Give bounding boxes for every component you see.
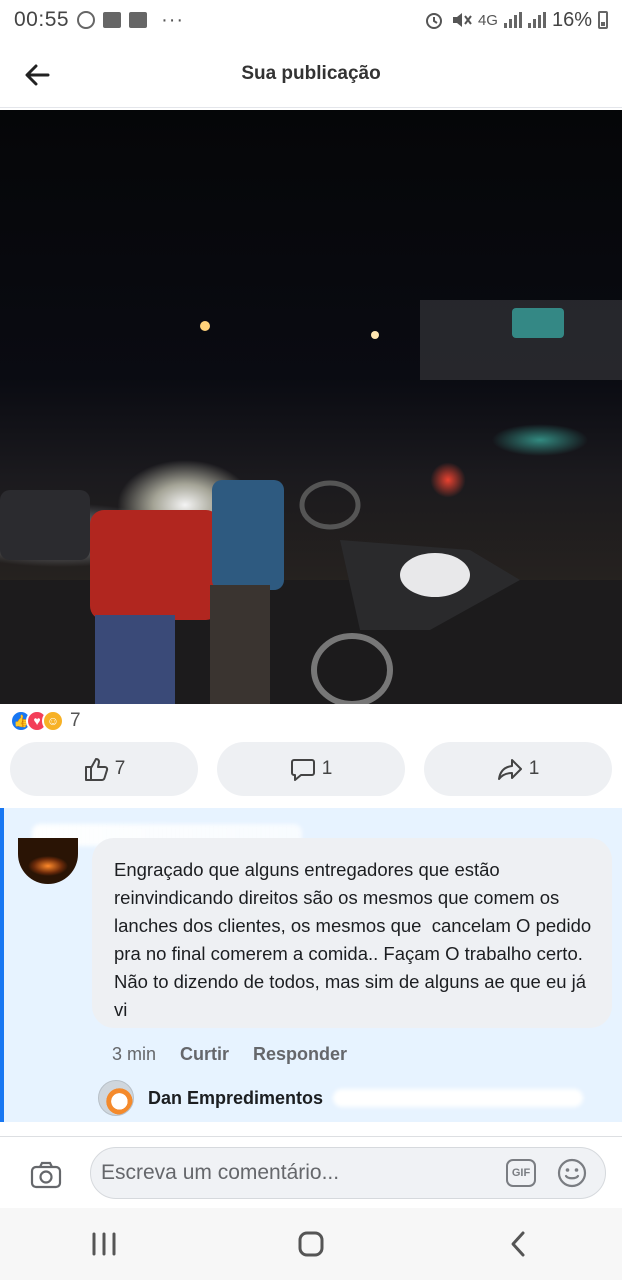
reply-preview[interactable]: Dan Empredimentos — [98, 1078, 584, 1118]
comment-bubble[interactable]: Engraçado que alguns entregadores que es… — [92, 838, 612, 1028]
comment-count: 1 — [321, 758, 333, 779]
comments-section: Engraçado que alguns entregadores que es… — [0, 808, 622, 1122]
signal-icon — [503, 12, 522, 28]
comment-time: 3 min — [112, 1044, 157, 1064]
facebook-icon — [77, 11, 96, 29]
camera-button[interactable] — [28, 1157, 64, 1193]
alarm-icon — [425, 13, 442, 29]
post-actions: 7 1 1 — [10, 742, 612, 796]
comment-reply-link[interactable]: Responder — [253, 1044, 347, 1065]
home-icon — [298, 1231, 324, 1257]
reactions-summary[interactable]: 👍 ♥ ☺ 7 — [10, 708, 81, 734]
battery-icon — [598, 11, 608, 29]
emoji-icon — [557, 1158, 587, 1188]
reaction-count: 7 — [70, 710, 81, 731]
arrow-left-icon — [25, 64, 50, 86]
comment-meta: 3 min Curtir Responder — [112, 1044, 347, 1065]
camera-icon — [30, 1161, 62, 1189]
photo-scene — [0, 300, 622, 704]
network-type: 4G — [477, 11, 498, 29]
system-nav-bar — [0, 1208, 622, 1280]
comment-icon — [290, 759, 315, 781]
share-button[interactable]: 1 — [424, 742, 612, 796]
gif-button[interactable]: GIF — [506, 1159, 536, 1187]
voicemail-icon — [129, 12, 148, 28]
page-title: Sua publicação — [241, 62, 381, 84]
comment-composer: GIF — [0, 1136, 622, 1208]
image-icon — [103, 12, 122, 28]
share-icon — [497, 759, 522, 780]
signal-icon-2 — [527, 12, 546, 28]
commenter-avatar[interactable] — [18, 838, 78, 884]
comment-like-link[interactable]: Curtir — [180, 1044, 229, 1065]
home-button[interactable] — [271, 1214, 351, 1274]
recent-apps-icon — [92, 1232, 116, 1256]
emoji-button[interactable] — [556, 1157, 588, 1189]
redacted-reply-text — [333, 1089, 584, 1107]
thumbs-up-icon — [84, 758, 108, 781]
share-count: 1 — [528, 758, 540, 779]
care-icon: ☺ — [42, 710, 64, 732]
status-bar: 00:55 ··· 4G 16% — [0, 0, 622, 40]
comment-button[interactable]: 1 — [217, 742, 405, 796]
app-header: Sua publicação — [0, 40, 622, 108]
post-photo[interactable] — [0, 110, 622, 704]
like-count: 7 — [114, 758, 126, 779]
mute-icon — [452, 13, 472, 27]
chevron-left-icon — [511, 1231, 525, 1257]
back-button[interactable] — [20, 58, 54, 92]
recent-apps-button[interactable] — [64, 1214, 144, 1274]
system-back-button[interactable] — [478, 1214, 558, 1274]
like-button[interactable]: 7 — [10, 742, 198, 796]
status-time: 00:55 — [14, 8, 70, 31]
reply-author-avatar — [98, 1080, 134, 1116]
more-notifications-indicator: ··· — [161, 8, 185, 31]
comment-text: Engraçado que alguns entregadores que es… — [114, 859, 597, 1020]
reply-author-name: Dan Empredimentos — [148, 1087, 324, 1108]
battery-percent: 16% — [551, 8, 592, 31]
